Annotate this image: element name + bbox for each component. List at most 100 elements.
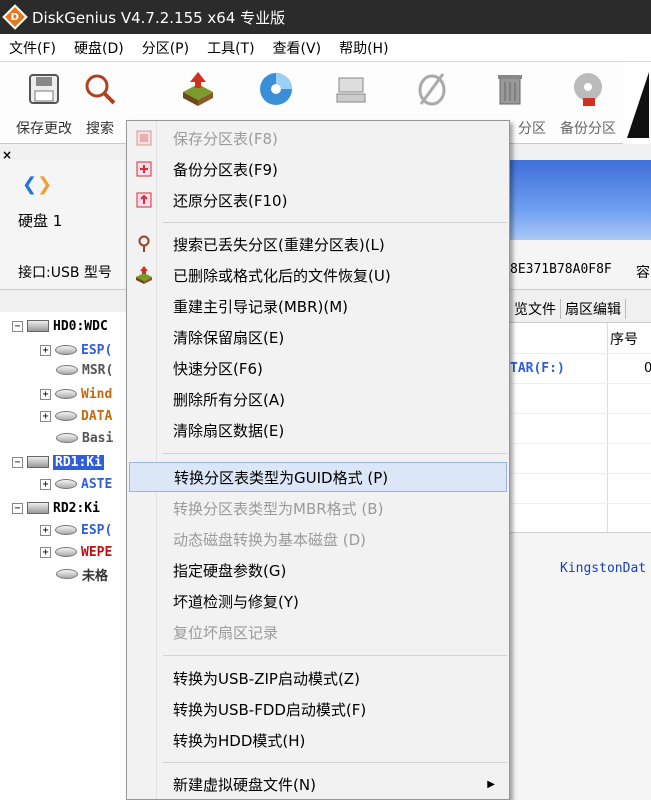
expand-icon[interactable]: +	[40, 546, 51, 558]
menu-view[interactable]: 查看(V)	[264, 38, 331, 58]
menu-delete-all-partitions[interactable]: 删除所有分区(A)	[129, 384, 507, 414]
menu-save-partition-table[interactable]: 保存分区表(F8)	[129, 123, 507, 153]
menu-usb-zip-mode[interactable]: 转换为USB-ZIP启动模式(Z)	[129, 663, 507, 693]
menu-specify-disk-params[interactable]: 指定硬盘参数(G)	[129, 555, 507, 585]
drive-icon	[333, 70, 371, 108]
hard-disk-icon	[27, 502, 49, 514]
app-logo-icon: D	[2, 4, 28, 30]
grid-line	[510, 413, 651, 414]
menu-quick-partition[interactable]: 快速分区(F6)	[129, 353, 507, 383]
search-partition-button[interactable]: 搜索	[74, 70, 126, 140]
disk-icon	[257, 70, 295, 108]
expand-icon[interactable]: +	[40, 388, 51, 400]
partition-grid: 序号 TAR(F:) 0	[510, 322, 651, 533]
tree-node-rd1[interactable]: − RD1:Ki	[12, 452, 104, 472]
empty-set-icon	[413, 70, 451, 108]
grid-row-number: 0	[644, 361, 651, 376]
menu-help[interactable]: 帮助(H)	[330, 38, 397, 58]
tree-node-windows[interactable]: + Wind	[40, 384, 112, 404]
port-label: 接口:USB 型号	[18, 265, 112, 281]
backup-disc-icon	[569, 70, 607, 108]
restore-table-icon	[129, 185, 159, 215]
disk-label: 硬盘 1	[18, 212, 63, 230]
menu-tools[interactable]: 工具(T)	[198, 38, 263, 58]
tree-node-wepe[interactable]: + WEPE	[40, 542, 112, 562]
save-table-icon	[129, 123, 159, 153]
tree-node-esp2[interactable]: + ESP(	[40, 520, 112, 540]
disk-serial: 8E371B78A0F8F	[510, 262, 612, 277]
right-tabs: 览文件 扇区编辑	[510, 296, 651, 322]
collapse-icon[interactable]: −	[12, 456, 23, 468]
collapse-icon[interactable]: −	[12, 502, 23, 514]
disk-model-text: KingstonDat	[560, 561, 647, 576]
disk-tree: − HD0:WDC + ESP( MSR( + Wind + DATA Basi − RD…	[0, 312, 130, 800]
menu-file[interactable]: 文件(F)	[0, 38, 65, 58]
trash-icon	[491, 70, 529, 108]
toolbar-edge-art	[623, 62, 651, 144]
partition-bar[interactable]	[510, 160, 651, 240]
menu-backup-partition-table[interactable]: 备份分区表(F9)	[129, 154, 507, 184]
tree-node-basic[interactable]: Basi	[56, 428, 113, 448]
collapse-icon[interactable]: −	[12, 320, 23, 332]
menu-hdd-mode[interactable]: 转换为HDD模式(H)	[129, 725, 507, 755]
menu-clear-sector-data[interactable]: 清除扇区数据(E)	[129, 415, 507, 445]
col-header-index[interactable]: 序号	[610, 329, 638, 349]
expand-icon[interactable]: +	[40, 478, 51, 490]
menu-new-virtual-disk[interactable]: 新建虚拟硬盘文件(N) ▶	[129, 769, 507, 799]
tree-node-aster[interactable]: + ASTE	[40, 474, 112, 494]
save-changes-button[interactable]: 保存更改	[4, 70, 84, 140]
tree-node-data[interactable]: + DATA	[40, 406, 112, 426]
grid-line	[510, 383, 651, 384]
hard-disk-icon	[27, 456, 49, 468]
window-title: DiskGenius V4.7.2.155 x64 专业版	[32, 8, 286, 27]
menu-clear-reserved-sectors[interactable]: 清除保留扇区(E)	[129, 322, 507, 352]
partition-icon	[56, 365, 78, 375]
tab-browse-files[interactable]: 览文件	[510, 299, 561, 319]
expand-icon[interactable]: +	[40, 524, 51, 536]
expand-icon[interactable]: +	[40, 410, 51, 422]
tree-node-hd0[interactable]: − HD0:WDC	[12, 316, 108, 336]
menu-disk[interactable]: 硬盘(D)	[65, 38, 133, 58]
prev-disk-icon[interactable]: ❮	[22, 174, 37, 195]
submenu-arrow-icon: ▶	[487, 778, 495, 790]
menu-reset-bad-sector-record[interactable]: 复位坏扇区记录	[129, 617, 507, 647]
menu-convert-to-mbr[interactable]: 转换分区表类型为MBR格式 (B)	[129, 493, 507, 523]
partition-icon	[56, 569, 78, 579]
grid-row-label[interactable]: TAR(F:)	[510, 361, 565, 376]
menu-separator	[163, 453, 507, 454]
menu-usb-fdd-mode[interactable]: 转换为USB-FDD启动模式(F)	[129, 694, 507, 724]
grid-line	[510, 353, 651, 354]
next-disk-icon[interactable]: ❯	[37, 174, 52, 195]
magnifier-icon	[81, 70, 119, 108]
tree-node-unformatted[interactable]: 未格	[56, 564, 108, 584]
search-icon	[129, 229, 159, 259]
menu-recover-deleted-files[interactable]: 已删除或格式化后的文件恢复(U)	[129, 260, 507, 290]
grid-line	[510, 473, 651, 474]
menu-rebuild-mbr[interactable]: 重建主引导记录(MBR)(M)	[129, 291, 507, 321]
recover-icon	[129, 260, 159, 290]
tree-node-esp[interactable]: + ESP(	[40, 340, 112, 360]
partition-icon	[55, 547, 77, 557]
menu-dynamic-to-basic[interactable]: 动态磁盘转换为基本磁盘 (D)	[129, 524, 507, 554]
menu-convert-to-guid[interactable]: 转换分区表类型为GUID格式 (P)	[129, 462, 507, 492]
partition-icon	[56, 433, 78, 443]
menu-restore-partition-table[interactable]: 还原分区表(F10)	[129, 185, 507, 215]
menu-partition[interactable]: 分区(P)	[133, 38, 198, 58]
grid-line	[510, 503, 651, 504]
tab-sector-editor[interactable]: 扇区编辑	[561, 299, 626, 319]
hard-disk-icon	[27, 320, 49, 332]
tree-node-rd2[interactable]: − RD2:Ki	[12, 498, 100, 518]
menu-separator	[163, 222, 507, 223]
expand-icon[interactable]: +	[40, 344, 51, 356]
backup-partition-button[interactable]: 备份分区	[548, 70, 628, 140]
backup-table-icon	[129, 154, 159, 184]
tree-node-msr[interactable]: MSR(	[56, 360, 113, 380]
partition-icon	[55, 345, 77, 355]
menu-separator	[163, 655, 507, 656]
disk-context-menu: 保存分区表(F8) 备份分区表(F9) 还原分区表(F10) 搜索已丢失分区(重…	[126, 120, 510, 800]
menu-bad-sector-check[interactable]: 坏道检测与修复(Y)	[129, 586, 507, 616]
menu-search-lost-partitions[interactable]: 搜索已丢失分区(重建分区表)(L)	[129, 229, 507, 259]
partition-icon	[55, 479, 77, 489]
menu-separator	[163, 762, 507, 763]
partition-icon	[55, 411, 77, 421]
